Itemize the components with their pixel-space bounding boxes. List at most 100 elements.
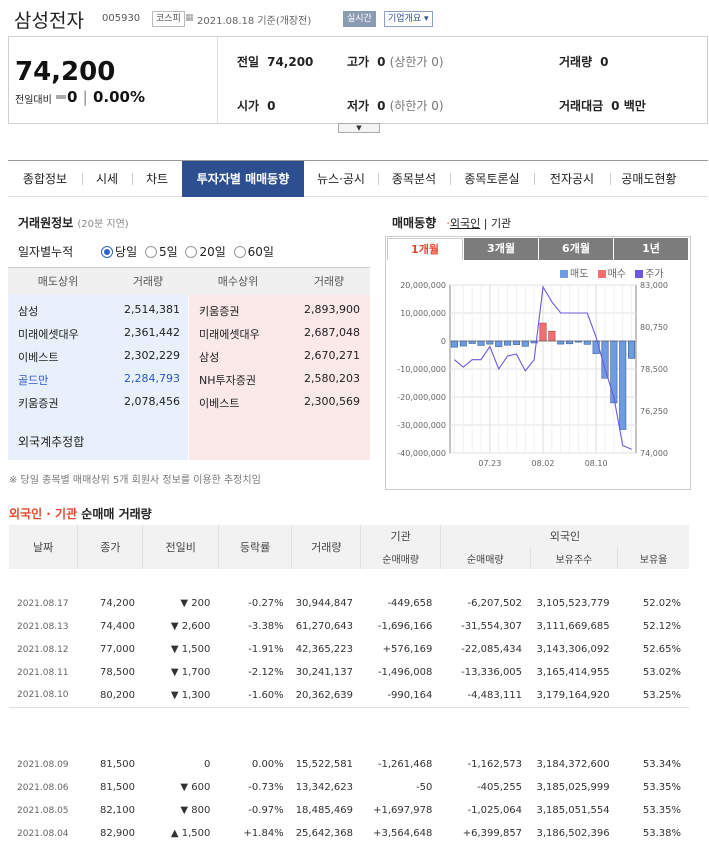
sell-broker-volume: 2,302,229: [124, 349, 180, 362]
y2-tick-label: 83,000: [640, 281, 668, 290]
quote-date: 2021.08.18 기준(개장전): [197, 16, 312, 27]
chart-bar: [610, 340, 618, 404]
chart-bar: [468, 340, 476, 344]
tab-disclosure[interactable]: 전자공시: [534, 161, 610, 197]
broker-title: 거래원정보 (20분 지연): [18, 216, 129, 230]
sell-broker-name: 이베스트: [18, 351, 59, 364]
market-badge: 코스피: [152, 11, 185, 27]
table-row: 2021.08.06 81,500 ▼ 600 -0.73% 13,342,62…: [17, 782, 681, 793]
foreign-sum-label: 외국계추정합: [18, 435, 85, 449]
main-tabs: 종합정보 시세 차트 투자자별 매매동향 뉴스·공시 종목분석 종목토론실 전자…: [8, 160, 708, 197]
period-60d[interactable]: 60일: [233, 245, 274, 259]
foreign-link[interactable]: 외국인: [450, 217, 480, 230]
tab-summary[interactable]: 종합정보: [8, 161, 82, 197]
tab-analysis[interactable]: 종목분석: [378, 161, 450, 197]
chart-bar: [583, 340, 591, 345]
chart-bar: [512, 340, 520, 345]
y-tick-label: -40,000,000: [397, 449, 446, 458]
trend-chart: 1개월 3개월 6개월 1년 매도 매수 주가 20,000,000 10,000…: [385, 236, 691, 490]
current-price: 74,200: [15, 57, 116, 87]
investor-table: 날짜 종가 전일비 등락률 거래량 기관 외국인 순매매량 순매매량 보유주수 …: [9, 525, 689, 845]
flat-icon: [56, 95, 66, 99]
table-row: 2021.08.17 74,200 ▼ 200 -0.27% 30,944,84…: [17, 598, 681, 609]
sell-broker-name: 골드만: [18, 374, 49, 387]
chart-svg: 20,000,000 10,000,000 0 -10,000,000 -20,000,…: [397, 281, 668, 468]
calendar-icon: ▦: [185, 13, 194, 23]
realtime-button[interactable]: 실시간: [343, 11, 376, 27]
range-1m[interactable]: 1개월: [387, 238, 463, 260]
trend-title: 매매동향 ·외국인 | 기관: [392, 216, 512, 230]
chart-bar: [459, 340, 467, 347]
open-price: 시가 0: [237, 99, 276, 113]
stock-code: 005930: [102, 13, 141, 24]
table-row: 2021.08.11 78,500 ▼ 1,700 -2.12% 30,241,…: [17, 667, 681, 678]
change-arrow-icon: ▼: [170, 667, 179, 678]
chart-bar: [477, 340, 485, 346]
sell-broker-name: 삼성: [18, 305, 39, 318]
y2-tick-label: 74,000: [640, 449, 668, 458]
x-tick-label: 07.23: [478, 459, 501, 468]
change-arrow-icon: ▼: [180, 805, 189, 816]
y2-tick-label: 80,750: [640, 323, 668, 332]
chart-bar: [566, 340, 574, 345]
sell-broker-volume: 2,514,381: [124, 303, 180, 316]
sell-broker-volume: 2,078,456: [124, 395, 180, 408]
change-arrow-icon: ▼: [170, 644, 179, 655]
y-tick-label: 0: [441, 337, 446, 346]
low-price: 저가 0 (하한가 0): [347, 99, 444, 113]
period-5d[interactable]: 5일: [144, 245, 178, 259]
change-arrow-icon: ▲: [170, 828, 179, 839]
broker-table: 매도상위 거래량 매수상위 거래량 삼성 2,514,381 키움증권 2,893,9…: [8, 267, 370, 462]
sell-broker-volume: 2,361,442: [124, 326, 180, 339]
change-arrow-icon: ▼: [170, 689, 179, 701]
legend: 매도 매수 주가: [560, 265, 664, 280]
buy-broker-name: 삼성: [199, 351, 220, 364]
tab-discussion[interactable]: 종목토론실: [450, 161, 534, 197]
buy-broker-name: 이베스트: [199, 397, 240, 410]
y2-tick-label: 78,500: [640, 365, 668, 374]
chart-bar: [450, 340, 458, 348]
table-row: 2021.08.12 77,000 ▼ 1,500 -1.91% 42,365,…: [17, 644, 681, 655]
sell-broker-name: 키움증권: [18, 397, 59, 410]
buy-broker-name: NH투자증권: [199, 374, 256, 387]
range-3m[interactable]: 3개월: [464, 238, 538, 260]
quote-panel: 74,200 전일대비 0 | 0.00% 전일 74,200 고가 0 (상한가 …: [8, 36, 708, 124]
stock-name: 삼성전자: [14, 10, 84, 32]
tab-chart[interactable]: 차트: [132, 161, 182, 197]
prev-close: 전일 74,200: [237, 55, 314, 69]
period-20d[interactable]: 20일: [185, 245, 226, 259]
change-arrow-icon: ▼: [170, 621, 179, 632]
y-tick-label: -30,000,000: [397, 421, 446, 430]
y-tick-label: -10,000,000: [397, 365, 446, 374]
change-arrow-icon: ▼: [180, 782, 189, 793]
tab-investor-trend[interactable]: 투자자별 매매동향: [182, 161, 304, 197]
range-1y[interactable]: 1년: [614, 238, 688, 260]
investor-title: 외국인 · 기관 순매매 거래량: [9, 507, 152, 521]
chart-bar: [557, 340, 565, 345]
tab-news[interactable]: 뉴스·공시: [304, 161, 378, 197]
sell-broker-name: 미래에셋대우: [18, 328, 79, 341]
period-selector: 일자별누적 당일 5일 20일 60일: [18, 245, 274, 259]
y-tick-label: 20,000,000: [400, 281, 446, 290]
chart-bar: [539, 322, 547, 342]
stock-header: 삼성전자 005930 코스피 ▦ 2021.08.18 기준(개장전) 실시간…: [0, 0, 709, 36]
change-arrow-icon: ▼: [180, 598, 189, 609]
buy-broker-name: 키움증권: [199, 305, 240, 318]
tab-price[interactable]: 시세: [82, 161, 132, 197]
chart-bar: [548, 330, 556, 342]
expand-toggle-button[interactable]: ▼: [338, 123, 380, 133]
broker-note: ※ 당일 종목별 매매상위 5개 회원사 정보를 이용한 추정치임: [9, 475, 261, 486]
company-overview-dropdown[interactable]: 기업개요 ▾: [384, 11, 433, 27]
buy-broker-name: 미래에셋대우: [199, 328, 260, 341]
chart-bar: [628, 340, 636, 359]
institution-link[interactable]: 기관: [491, 217, 511, 230]
chart-bar: [486, 340, 494, 345]
range-6m[interactable]: 6개월: [539, 238, 613, 260]
x-tick-label: 08.02: [532, 459, 555, 468]
tab-short-selling[interactable]: 공매도현황: [610, 161, 688, 197]
period-today[interactable]: 당일: [101, 245, 137, 259]
buy-broker-volume: 2,893,900: [304, 303, 360, 316]
chart-bar: [619, 340, 627, 430]
chart-bar: [504, 340, 512, 346]
y2-tick-label: 76,250: [640, 407, 668, 416]
